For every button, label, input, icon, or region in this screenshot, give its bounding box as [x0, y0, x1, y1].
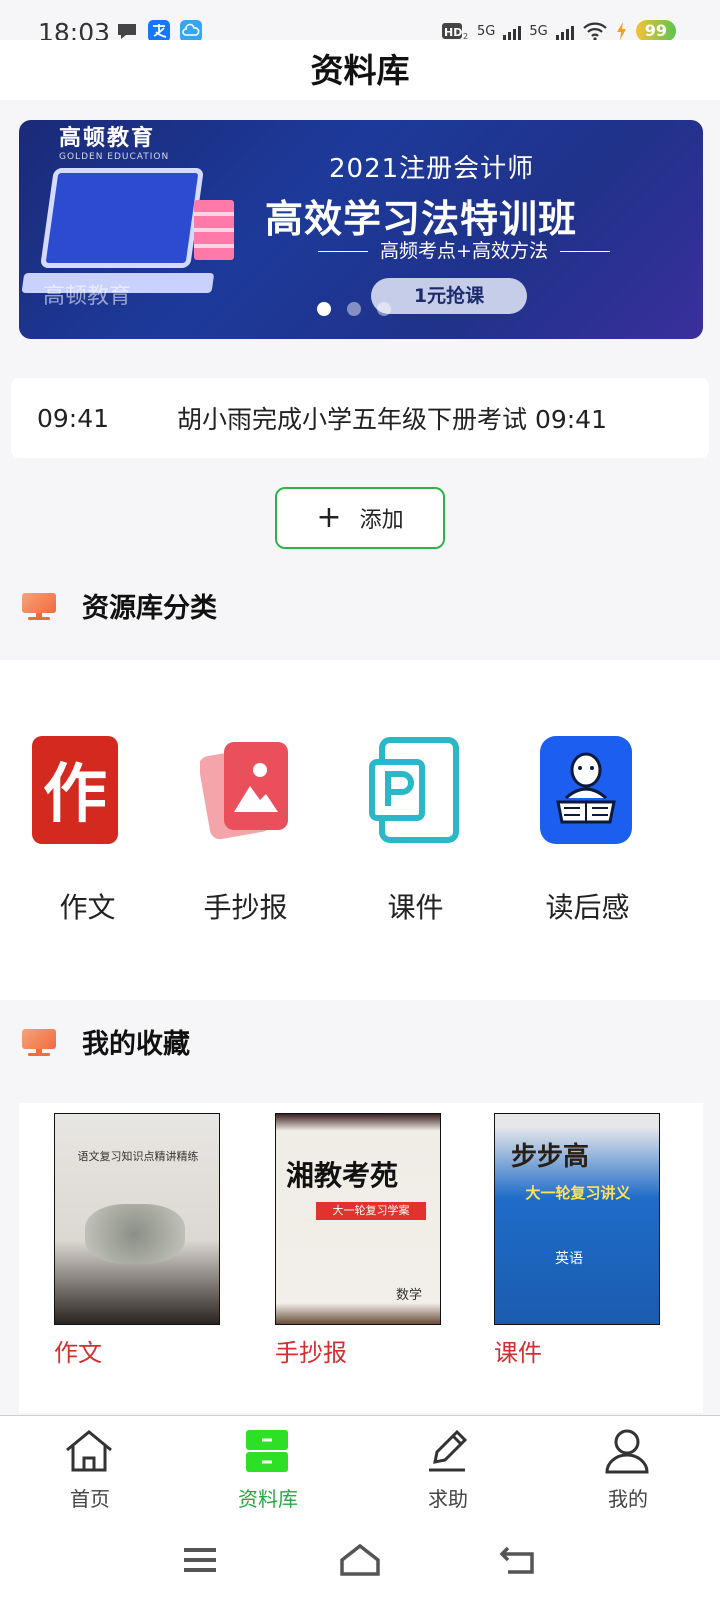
header: 资料库 [0, 40, 720, 100]
cover-title: 湘教考苑 [286, 1159, 399, 1192]
tab-label: 求助 [428, 1487, 468, 1511]
tab-label: 首页 [70, 1487, 110, 1511]
tab-label: 我的 [608, 1487, 648, 1511]
cover-title: 步步高 [511, 1142, 590, 1172]
alipay-icon [148, 20, 170, 42]
book-cover-image: 步步高 大一轮复习讲义 英语 [494, 1113, 660, 1325]
notification-icons [116, 20, 202, 42]
category-label: 手抄报 [203, 891, 288, 924]
cover-subtitle: 大一轮复习讲义 [525, 1184, 631, 1202]
chat-bubble-icon [116, 20, 138, 42]
category-label: 课件 [387, 891, 444, 924]
category-label: 作文 [59, 891, 116, 924]
banner-watermark: 高顿教育 [43, 284, 132, 309]
category-item-shouchaobao[interactable]: 手抄报 [158, 660, 333, 1000]
book-cover-image: 湘教考苑 大一轮复习学案 数学 [275, 1113, 441, 1325]
system-navigation-bar [0, 1520, 720, 1600]
category-label: 读后感 [545, 891, 630, 924]
svg-text:作: 作 [43, 757, 107, 832]
signal-icon [555, 22, 574, 40]
user-icon [605, 1429, 649, 1474]
monitor-icon [22, 592, 56, 620]
signal-icon [503, 22, 522, 40]
notice-time: 09:41 [37, 403, 110, 433]
banner-dot[interactable] [317, 302, 331, 316]
books-illustration [194, 200, 234, 260]
monitor-icon [22, 1028, 56, 1056]
cover-title: 语文复习知识点精讲精练 [77, 1150, 199, 1163]
banner-brand-en: GOLDEN EDUCATION [59, 152, 170, 162]
bottom-tab-bar: 首页 资料库 求助 我的 [0, 1415, 720, 1520]
banner-pagination [317, 302, 391, 316]
battery-level: 99 [635, 20, 676, 42]
tab-library[interactable]: 资料库 [178, 1416, 358, 1521]
cloud-icon [180, 20, 202, 42]
banner-headline: 高效学习法特训班 [265, 197, 578, 241]
banner-dot[interactable] [377, 302, 391, 316]
cover-subtitle: 大一轮复习学案 [316, 1202, 426, 1220]
add-button[interactable]: + 添加 [275, 487, 445, 549]
favorites-section-title: 我的收藏 [82, 1029, 190, 1060]
category-item-kejian[interactable]: 课件 [328, 660, 503, 1000]
menu-icon[interactable] [170, 1540, 230, 1580]
home-icon [66, 1430, 112, 1472]
favorite-card[interactable]: 湘教考苑 大一轮复习学案 数学 手抄报 [275, 1113, 441, 1368]
back-icon[interactable] [490, 1540, 550, 1580]
page-title: 资料库 [310, 51, 410, 90]
banner-brand-name: 高顿教育 [59, 126, 156, 151]
tab-label: 资料库 [238, 1487, 298, 1511]
banner-year-line: 2021注册会计师 [329, 154, 535, 184]
picture-card-icon [198, 736, 294, 844]
banner-subline: 高频考点+高效方法 [289, 236, 639, 263]
bird-illustration [85, 1204, 185, 1264]
tab-mine[interactable]: 我的 [538, 1416, 718, 1521]
banner-cta-button[interactable]: 1元抢课 [371, 278, 527, 314]
library-icon [246, 1430, 288, 1472]
home-outline-icon[interactable] [330, 1540, 390, 1580]
favorite-card[interactable]: 步步高 大一轮复习讲义 英语 课件 [494, 1113, 660, 1368]
notice-text: 胡小雨完成小学五年级下册考试 09:41 [177, 405, 607, 434]
favorites-section-header: 我的收藏 [22, 1022, 190, 1061]
pencil-icon [429, 1429, 468, 1472]
laptop-illustration [39, 168, 205, 268]
wifi-icon [582, 22, 607, 41]
category-item-zuowen[interactable]: 作 作文 [0, 660, 175, 1000]
categories-section-header: 资源库分类 [22, 586, 217, 625]
cover-subject: 英语 [555, 1251, 583, 1267]
favorites-list: 语文复习知识点精讲精练 作文 湘教考苑 大一轮复习学案 数学 手抄报 步步高 大… [19, 1103, 703, 1413]
favorite-label: 作文 [54, 1339, 102, 1367]
network-label-2: 5G [529, 23, 548, 39]
favorite-card[interactable]: 语文复习知识点精讲精练 作文 [54, 1113, 220, 1368]
favorite-label: 课件 [494, 1339, 542, 1367]
add-button-label: 添加 [359, 508, 404, 533]
svg-text:HD: HD [444, 26, 462, 39]
banner-brand: 高顿教育 GOLDEN EDUCATION [59, 120, 169, 162]
tab-help[interactable]: 求助 [358, 1416, 538, 1521]
hd-icon: HD 2 [442, 23, 468, 41]
ppt-file-icon [368, 736, 462, 844]
cover-subject: 数学 [396, 1288, 423, 1303]
charging-icon [616, 22, 626, 40]
plus-icon: + [316, 500, 342, 535]
promo-banner[interactable]: 高顿教育 GOLDEN EDUCATION 高顿教育 2021注册会计师 高效学… [19, 120, 703, 339]
activity-notice[interactable]: 09:41 胡小雨完成小学五年级下册考试 09:41 [11, 378, 709, 458]
network-label-1: 5G [477, 23, 496, 39]
book-cover-image: 语文复习知识点精讲精练 [54, 1113, 220, 1325]
category-item-duhougan[interactable]: 读后感 [500, 660, 675, 1000]
categories-section-title: 资源库分类 [82, 593, 217, 624]
category-grid: 作 作文 手抄报 课件 读后感 [0, 660, 720, 1000]
status-right: HD 2 5G 5G 99 [441, 20, 676, 42]
zuowen-icon: 作 [28, 736, 122, 844]
reading-person-icon [540, 736, 634, 844]
tab-home[interactable]: 首页 [0, 1416, 180, 1521]
banner-dot[interactable] [347, 302, 361, 316]
favorite-label: 手抄报 [275, 1339, 347, 1367]
